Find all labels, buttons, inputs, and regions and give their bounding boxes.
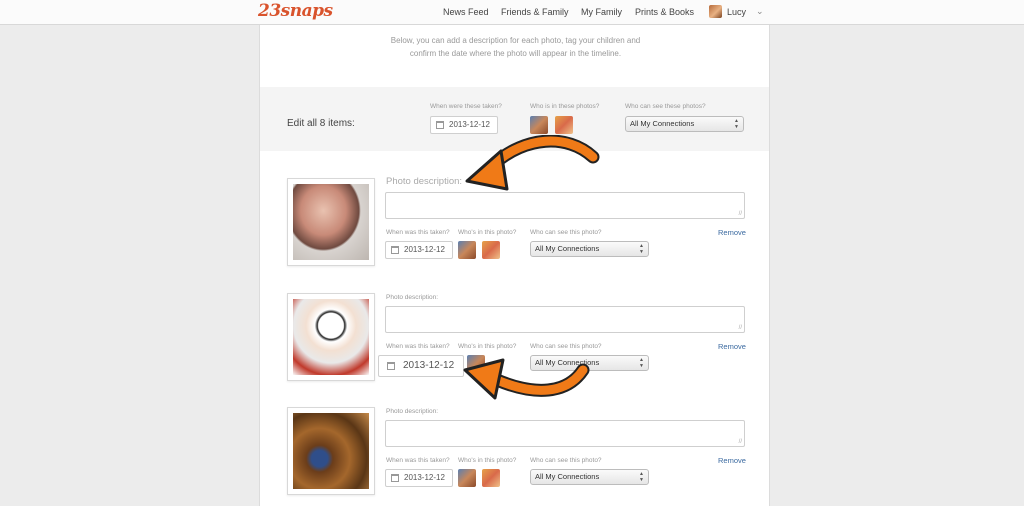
bulk-visibility-label: Who can see these photos? (625, 103, 706, 110)
calendar-icon (391, 246, 399, 254)
photo-description-label: Photo description: (386, 408, 439, 415)
remove-link[interactable]: Remove (718, 456, 746, 465)
child-tag-avatar[interactable] (555, 116, 573, 134)
photo-description-input[interactable]: // (385, 306, 745, 333)
intro-line-1: Below, you can add a description for eac… (390, 36, 641, 45)
resize-grip-icon: // (738, 439, 742, 445)
remove-link[interactable]: Remove (718, 342, 746, 351)
calendar-icon (387, 362, 395, 370)
child-tag-avatar[interactable] (482, 241, 500, 259)
child-tag-avatar[interactable] (458, 241, 476, 259)
photo-thumbnail[interactable] (287, 178, 375, 266)
photo-image (293, 299, 369, 375)
nav-friends-family[interactable]: Friends & Family (501, 7, 569, 17)
photo-description-input[interactable]: // (385, 192, 745, 219)
bulk-who-label: Who is in these photos? (530, 103, 600, 110)
visibility-label: Who can see this photo? (530, 457, 602, 464)
nav-news-feed[interactable]: News Feed (443, 7, 489, 17)
nav-my-family[interactable]: My Family (581, 7, 622, 17)
select-arrows-icon: ▲ ▼ (639, 243, 644, 255)
photo-description-label: Photo description: (386, 294, 439, 301)
photo-visibility-select[interactable]: All My Connections ▲ ▼ (530, 469, 649, 485)
child-tag-avatar[interactable] (530, 116, 548, 134)
photo-description-input[interactable]: // (385, 420, 745, 447)
when-label: When was this taken? (386, 229, 450, 236)
bulk-visibility-select[interactable]: All My Connections ▲ ▼ (625, 116, 744, 132)
intro-text: Below, you can add a description for eac… (260, 34, 769, 60)
photo-image (293, 184, 369, 260)
annotation-arrow-icon (465, 135, 600, 191)
calendar-icon (391, 474, 399, 482)
calendar-icon (436, 121, 444, 129)
select-arrows-icon: ▲ ▼ (639, 471, 644, 483)
edit-photos-panel: Below, you can add a description for eac… (259, 25, 770, 506)
bulk-date-input[interactable]: 2013-12-12 (430, 116, 498, 134)
user-name[interactable]: Lucy (727, 7, 746, 17)
nav-prints-books[interactable]: Prints & Books (635, 7, 694, 17)
bulk-when-label: When were these taken? (430, 103, 502, 110)
visibility-label: Who can see this photo? (530, 229, 602, 236)
child-tag-avatar[interactable] (482, 469, 500, 487)
resize-grip-icon: // (737, 211, 742, 217)
photo-date-input[interactable]: 2013-12-12 (385, 469, 453, 487)
photo-visibility-select[interactable]: All My Connections ▲ ▼ (530, 241, 649, 257)
photo-thumbnail[interactable] (287, 407, 375, 495)
select-arrows-icon: ▲ ▼ (734, 118, 739, 130)
resize-grip-icon: // (738, 325, 742, 331)
top-navigation-bar: 23snaps News Feed Friends & Family My Fa… (0, 0, 1024, 25)
bulk-edit-title: Edit all 8 items: (287, 118, 355, 129)
when-label: When was this taken? (386, 343, 450, 350)
chevron-down-icon[interactable]: ⌄ (756, 6, 764, 17)
photo-date-input[interactable]: 2013-12-12 (385, 241, 453, 259)
user-avatar[interactable] (709, 5, 722, 18)
who-label: Who's in this photo? (458, 229, 517, 236)
photo-date-input[interactable]: 2013-12-12 (378, 355, 464, 377)
photo-thumbnail[interactable] (287, 293, 375, 381)
who-label: Who's in this photo? (458, 457, 517, 464)
intro-line-2: confirm the date where the photo will ap… (409, 49, 622, 58)
child-tag-avatar[interactable] (458, 469, 476, 487)
photo-description-label: Photo description: (386, 176, 463, 187)
photo-image (293, 413, 369, 489)
brand-logo[interactable]: 23snaps (258, 1, 333, 21)
when-label: When was this taken? (386, 457, 450, 464)
remove-link[interactable]: Remove (718, 228, 746, 237)
annotation-arrow-icon (463, 358, 590, 400)
visibility-label: Who can see this photo? (530, 343, 602, 350)
select-arrows-icon: ▲ ▼ (639, 357, 644, 369)
who-label: Who's in this photo? (458, 343, 517, 350)
